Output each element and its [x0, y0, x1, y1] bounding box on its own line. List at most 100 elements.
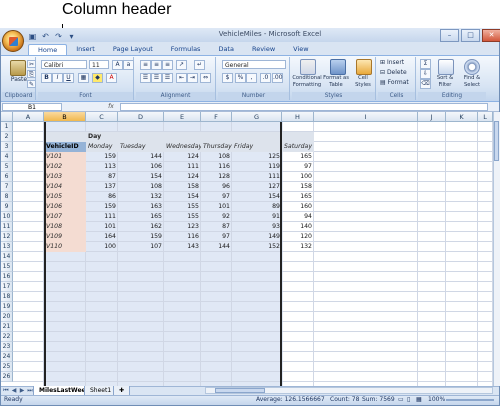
fill-icon[interactable]: ⇩: [420, 69, 431, 79]
align-top-icon[interactable]: ≡: [140, 60, 151, 70]
save-icon[interactable]: ▣: [28, 32, 37, 41]
row-header-13[interactable]: 13: [1, 242, 13, 252]
autosum-icon[interactable]: Σ: [420, 59, 431, 69]
tab-page-layout[interactable]: Page Layout: [104, 44, 162, 55]
percent-button[interactable]: %: [235, 73, 246, 83]
row-header-12[interactable]: 12: [1, 232, 13, 242]
column-header-b[interactable]: B: [44, 112, 86, 122]
tab-view[interactable]: View: [284, 44, 317, 55]
miles-cell[interactable]: 165: [282, 152, 314, 162]
row-header-2[interactable]: 2: [1, 132, 13, 142]
tab-insert[interactable]: Insert: [67, 44, 104, 55]
row-header-19[interactable]: 19: [1, 302, 13, 312]
align-right-icon[interactable]: ☰: [162, 73, 173, 83]
format-as-table-button[interactable]: Format as Table: [322, 75, 350, 89]
next-sheet-icon[interactable]: ▶: [19, 387, 25, 395]
prev-sheet-icon[interactable]: ◀: [11, 387, 17, 395]
miles-cell[interactable]: 100: [282, 172, 314, 182]
column-header-k[interactable]: K: [446, 112, 478, 122]
miles-cell[interactable]: 158: [282, 182, 314, 192]
column-header-d[interactable]: D: [118, 112, 164, 122]
row-header-7[interactable]: 7: [1, 182, 13, 192]
comma-button[interactable]: ,: [246, 73, 257, 83]
italic-icon[interactable]: I: [52, 73, 63, 83]
minimize-button[interactable]: –: [440, 29, 459, 42]
normal-view-icon[interactable]: ▭: [398, 395, 404, 405]
format-button[interactable]: ▤ Format: [380, 79, 414, 86]
sort-filter-button[interactable]: Sort & Filter: [432, 75, 458, 89]
align-bottom-icon[interactable]: ≡: [162, 60, 173, 70]
formula-input[interactable]: [120, 103, 488, 111]
miles-cell[interactable]: 94: [282, 212, 314, 222]
row-header-22[interactable]: 22: [1, 332, 13, 342]
copy-icon[interactable]: ⎘: [27, 70, 36, 78]
row-header-3[interactable]: 3: [1, 142, 13, 152]
column-header-i[interactable]: I: [314, 112, 418, 122]
increase-decimal-icon[interactable]: .0: [260, 73, 271, 83]
conditional-formatting-button[interactable]: Conditional Formatting: [292, 75, 322, 89]
undo-icon[interactable]: ↶: [41, 32, 50, 41]
select-all-corner[interactable]: [1, 112, 13, 122]
vertical-scroll-thumb[interactable]: [494, 121, 499, 161]
column-header-f[interactable]: F: [201, 112, 232, 122]
shrink-font-icon[interactable]: a: [123, 60, 134, 70]
tab-review[interactable]: Review: [243, 44, 284, 55]
increase-indent-icon[interactable]: ⇥: [187, 73, 198, 83]
miles-cell[interactable]: 97: [282, 162, 314, 172]
row-header-5[interactable]: 5: [1, 162, 13, 172]
number-format-select[interactable]: General: [222, 60, 286, 69]
decrease-indent-icon[interactable]: ⇤: [176, 73, 187, 83]
borders-icon[interactable]: ▦: [78, 73, 89, 83]
row-header-6[interactable]: 6: [1, 172, 13, 182]
first-sheet-icon[interactable]: ⏮: [3, 387, 9, 395]
underline-icon[interactable]: U: [63, 73, 74, 83]
column-header-j[interactable]: J: [418, 112, 446, 122]
maximize-button[interactable]: □: [461, 29, 480, 42]
row-header-26[interactable]: 26: [1, 372, 13, 382]
align-middle-icon[interactable]: ≡: [151, 60, 162, 70]
bold-icon[interactable]: B: [41, 73, 52, 83]
miles-cell[interactable]: 165: [282, 192, 314, 202]
format-painter-icon[interactable]: ✎: [27, 80, 36, 88]
column-header-e[interactable]: E: [164, 112, 201, 122]
column-header-l[interactable]: L: [478, 112, 493, 122]
row-header-16[interactable]: 16: [1, 272, 13, 282]
clear-icon[interactable]: ⌫: [420, 79, 431, 89]
cell-styles-button[interactable]: Cell Styles: [350, 75, 376, 89]
orientation-icon[interactable]: ↗: [176, 60, 187, 70]
page-layout-view-icon[interactable]: ▯: [407, 395, 410, 405]
font-size-select[interactable]: 11: [89, 60, 109, 69]
miles-cell[interactable]: 120: [282, 232, 314, 242]
grow-font-icon[interactable]: A: [112, 60, 123, 70]
insert-button[interactable]: ⊞ Insert: [380, 59, 414, 66]
redo-icon[interactable]: ↷: [54, 32, 63, 41]
column-header-h[interactable]: H: [282, 112, 314, 122]
day-header-saturday[interactable]: Saturday: [282, 142, 314, 152]
tab-formulas[interactable]: Formulas: [162, 44, 210, 55]
row-header-17[interactable]: 17: [1, 282, 13, 292]
fill-color-icon[interactable]: ◆: [92, 73, 103, 83]
dropdown-icon[interactable]: ▾: [67, 32, 76, 41]
zoom-slider[interactable]: [446, 399, 494, 401]
currency-button[interactable]: $: [222, 73, 233, 83]
horizontal-scroll-thumb[interactable]: [215, 388, 265, 393]
row-header-20[interactable]: 20: [1, 312, 13, 322]
row-header-23[interactable]: 23: [1, 342, 13, 352]
row-header-18[interactable]: 18: [1, 292, 13, 302]
align-left-icon[interactable]: ☰: [140, 73, 151, 83]
row-header-9[interactable]: 9: [1, 202, 13, 212]
office-button[interactable]: [2, 30, 24, 52]
insert-function-button[interactable]: fx: [104, 103, 118, 111]
decrease-decimal-icon[interactable]: .00: [272, 73, 283, 83]
column-header-a[interactable]: A: [13, 112, 44, 122]
align-center-icon[interactable]: ☰: [151, 73, 162, 83]
zoom-level[interactable]: 100%: [428, 395, 445, 405]
page-break-view-icon[interactable]: ▦: [416, 395, 422, 405]
miles-cell[interactable]: 160: [282, 202, 314, 212]
find-select-button[interactable]: Find & Select: [458, 75, 486, 89]
row-header-15[interactable]: 15: [1, 262, 13, 272]
wrap-text-icon[interactable]: ↵: [194, 60, 205, 70]
row-header-24[interactable]: 24: [1, 352, 13, 362]
delete-button[interactable]: ⊟ Delete: [380, 69, 414, 76]
close-button[interactable]: ✕: [482, 29, 500, 42]
